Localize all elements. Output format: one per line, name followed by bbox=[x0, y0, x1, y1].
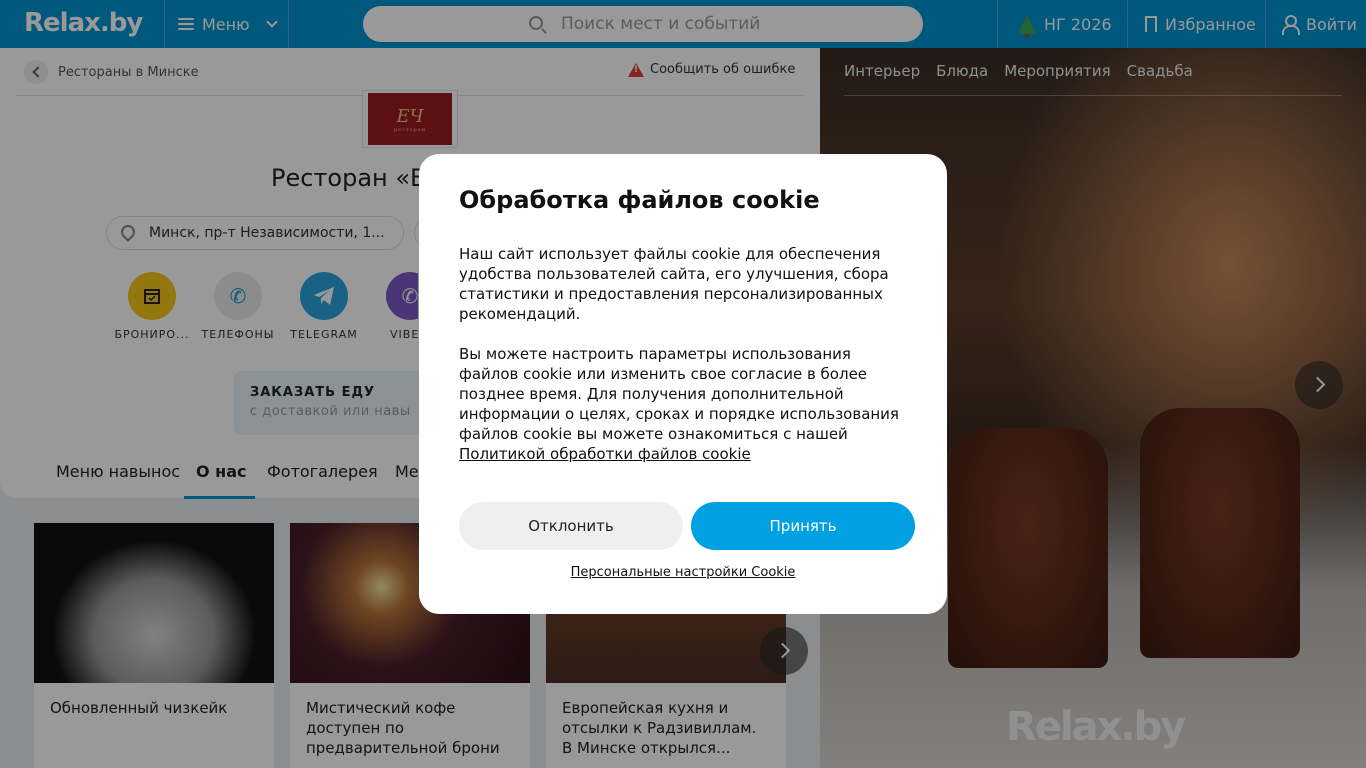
cookie-policy-link[interactable]: Политикой обработки файлов cookie bbox=[459, 445, 751, 463]
cookie-paragraph: Наш сайт использует файлы cookie для обе… bbox=[459, 245, 889, 323]
cookie-title: Обработка файлов cookie bbox=[459, 186, 820, 214]
cookie-settings-link[interactable]: Персональные настройки Cookie bbox=[419, 565, 947, 580]
cookie-dialog: Обработка файлов cookie Наш сайт использ… bbox=[419, 154, 947, 614]
cookie-body: Наш сайт использует файлы cookie для обе… bbox=[459, 244, 907, 464]
cookie-buttons: Отклонить Принять bbox=[459, 502, 915, 550]
cookie-paragraph: Вы можете настроить параметры использова… bbox=[459, 345, 899, 443]
accept-button[interactable]: Принять bbox=[691, 502, 915, 550]
decline-button[interactable]: Отклонить bbox=[459, 502, 683, 550]
